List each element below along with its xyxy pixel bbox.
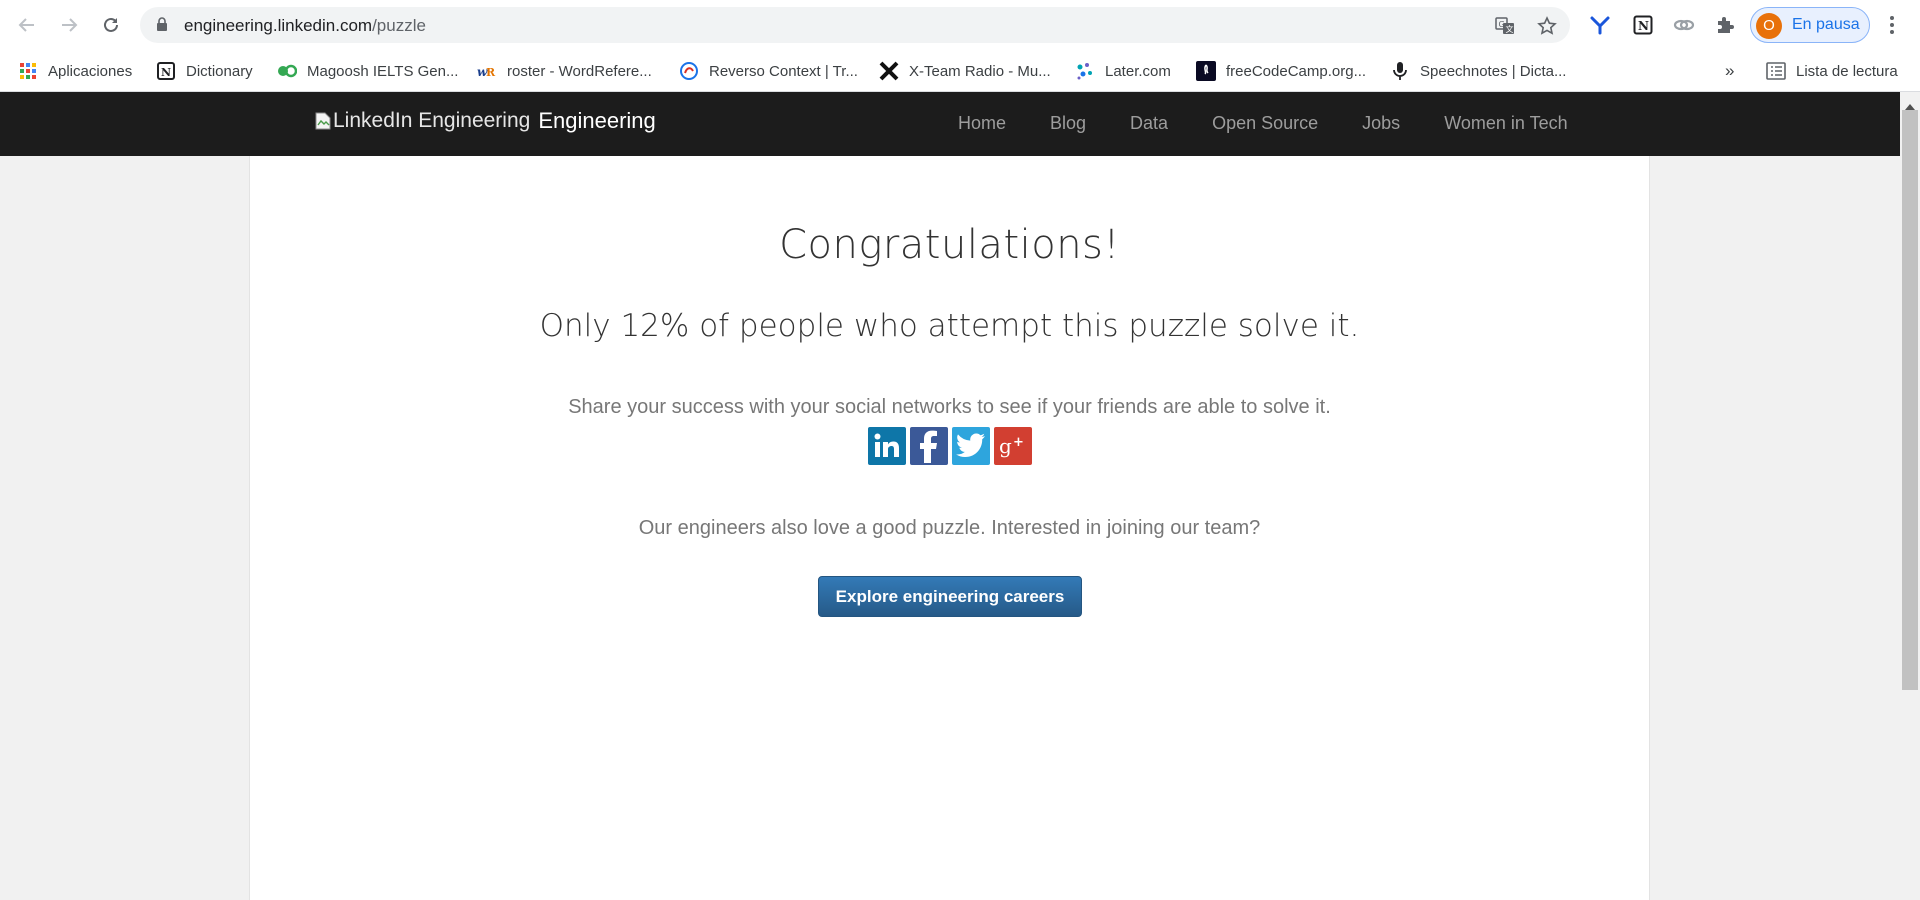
brand-text: Engineering: [538, 108, 656, 133]
nav-link-women-in-tech[interactable]: Women in Tech: [1444, 113, 1567, 134]
social-share-buttons: g +: [868, 427, 1036, 465]
twitter-share-button[interactable]: [952, 427, 990, 465]
apps-grid-icon: [18, 61, 38, 81]
nav-link-home[interactable]: Home: [958, 113, 1006, 134]
google-plus-icon: g +: [999, 434, 1024, 458]
bookmark-label: Speechnotes | Dicta...: [1420, 62, 1567, 80]
team-text: Our engineers also love a good puzzle. I…: [638, 517, 1261, 539]
wordreference-icon: wR: [477, 61, 497, 81]
nav-link-data[interactable]: Data: [1130, 113, 1168, 134]
broken-image-icon: [315, 112, 331, 130]
logo-image: LinkedIn Engineering: [315, 109, 530, 133]
url-host: engineering.linkedin.com: [184, 16, 373, 35]
main-content: Congratulations! Only 12% of people who …: [249, 156, 1650, 900]
site-logo-link[interactable]: LinkedIn Engineering Engineering: [315, 108, 656, 134]
x-team-icon: [879, 61, 899, 81]
share-text: Share your success with your social netw…: [568, 396, 1331, 418]
bookmark-label: freeCodeCamp.org...: [1226, 62, 1367, 80]
later-icon: [1075, 61, 1095, 81]
url-path: /puzzle: [372, 16, 426, 35]
bookmark-item[interactable]: Reverso Context | Tr...: [679, 58, 858, 84]
browser-toolbar: engineering.linkedin.com/puzzle G文 N O E…: [0, 0, 1920, 50]
site-nav: Home Blog Data Open Source Jobs Women in…: [958, 113, 1568, 134]
bookmark-label: Reverso Context | Tr...: [709, 62, 858, 80]
bookmark-label: Magoosh IELTS Gen...: [307, 62, 459, 80]
avatar: O: [1756, 13, 1782, 39]
extension-link-icon[interactable]: [1671, 12, 1697, 38]
lock-icon[interactable]: [156, 17, 168, 37]
browser-menu-icon[interactable]: [1879, 12, 1905, 38]
bookmark-item[interactable]: Magoosh IELTS Gen...: [277, 58, 458, 84]
svg-text:N: N: [1638, 19, 1649, 33]
nav-link-blog[interactable]: Blog: [1050, 113, 1086, 134]
freecodecamp-icon: [1196, 61, 1216, 81]
bookmark-label: roster - WordRefere...: [507, 62, 652, 80]
bookmark-item[interactable]: N Dictionary: [156, 58, 253, 84]
bookmarks-overflow-label: »: [1725, 61, 1735, 80]
facebook-share-button[interactable]: [910, 427, 948, 465]
site-header: LinkedIn Engineering Engineering Home Bl…: [0, 92, 1900, 156]
microphone-icon: [1390, 61, 1410, 81]
reload-button[interactable]: [98, 12, 124, 38]
page-title: Congratulations!: [779, 222, 1120, 268]
bookmark-label: X-Team Radio - Mu...: [909, 62, 1051, 80]
back-button[interactable]: [14, 12, 40, 38]
nav-link-jobs[interactable]: Jobs: [1362, 113, 1400, 134]
page-viewport: LinkedIn Engineering Engineering Home Bl…: [0, 92, 1920, 900]
logo-alt-text: LinkedIn Engineering: [333, 109, 531, 132]
address-bar[interactable]: engineering.linkedin.com/puzzle G文: [140, 7, 1570, 43]
reading-list-label: Lista de lectura: [1796, 62, 1898, 80]
facebook-icon: [920, 430, 937, 463]
forward-button[interactable]: [56, 12, 82, 38]
twitter-icon: [956, 433, 985, 458]
magoosh-icon: [277, 61, 297, 81]
svg-text:文: 文: [1506, 24, 1514, 34]
svg-text:N: N: [161, 66, 171, 79]
bookmark-item[interactable]: wR roster - WordRefere...: [477, 58, 652, 84]
reading-list-icon: [1766, 61, 1786, 81]
bookmark-star-icon[interactable]: [1536, 15, 1558, 37]
svg-text:+: +: [1013, 435, 1024, 450]
extensions-puzzle-icon[interactable]: [1712, 12, 1738, 38]
notion-icon: N: [156, 61, 176, 81]
profile-status: En pausa: [1792, 16, 1860, 33]
arrow-left-icon: [18, 18, 34, 32]
bookmarks-overflow-button[interactable]: »: [1725, 58, 1734, 84]
bookmark-label: Aplicaciones: [48, 62, 133, 80]
extension-yoroi-icon[interactable]: [1587, 12, 1613, 38]
linkedin-icon: [874, 433, 899, 457]
reload-icon: [104, 17, 118, 32]
bookmark-item[interactable]: Aplicaciones: [18, 58, 132, 84]
svg-text:G: G: [1499, 20, 1505, 29]
svg-text:g: g: [999, 434, 1012, 458]
svg-text:R: R: [486, 66, 496, 79]
reverso-icon: [679, 61, 699, 81]
extension-notion-icon[interactable]: N: [1630, 12, 1656, 38]
translate-icon[interactable]: G文: [1494, 15, 1516, 37]
nav-link-open-source[interactable]: Open Source: [1212, 113, 1318, 134]
reading-list-button[interactable]: Lista de lectura: [1766, 58, 1898, 84]
scrollbar-thumb[interactable]: [1902, 110, 1918, 690]
explore-careers-button[interactable]: Explore engineering careers: [818, 576, 1082, 617]
linkedin-share-button[interactable]: [868, 427, 906, 465]
bookmarks-bar: Aplicaciones N Dictionary Magoosh IELTS …: [0, 50, 1920, 92]
profile-button[interactable]: O En pausa: [1750, 7, 1870, 43]
bookmark-item[interactable]: freeCodeCamp.org...: [1196, 58, 1366, 84]
bookmark-item[interactable]: Speechnotes | Dicta...: [1390, 58, 1566, 84]
page-scrollbar[interactable]: [1900, 92, 1920, 900]
bookmark-label: Later.com: [1105, 62, 1171, 80]
arrow-right-icon: [62, 18, 78, 32]
stat-text: Only 12% of people who attempt this puzz…: [539, 308, 1360, 344]
google-plus-share-button[interactable]: g +: [994, 427, 1032, 465]
url-text[interactable]: engineering.linkedin.com/puzzle: [184, 16, 426, 36]
bookmark-item[interactable]: X-Team Radio - Mu...: [879, 58, 1051, 84]
bookmark-item[interactable]: Later.com: [1075, 58, 1171, 84]
bookmark-label: Dictionary: [186, 62, 253, 80]
